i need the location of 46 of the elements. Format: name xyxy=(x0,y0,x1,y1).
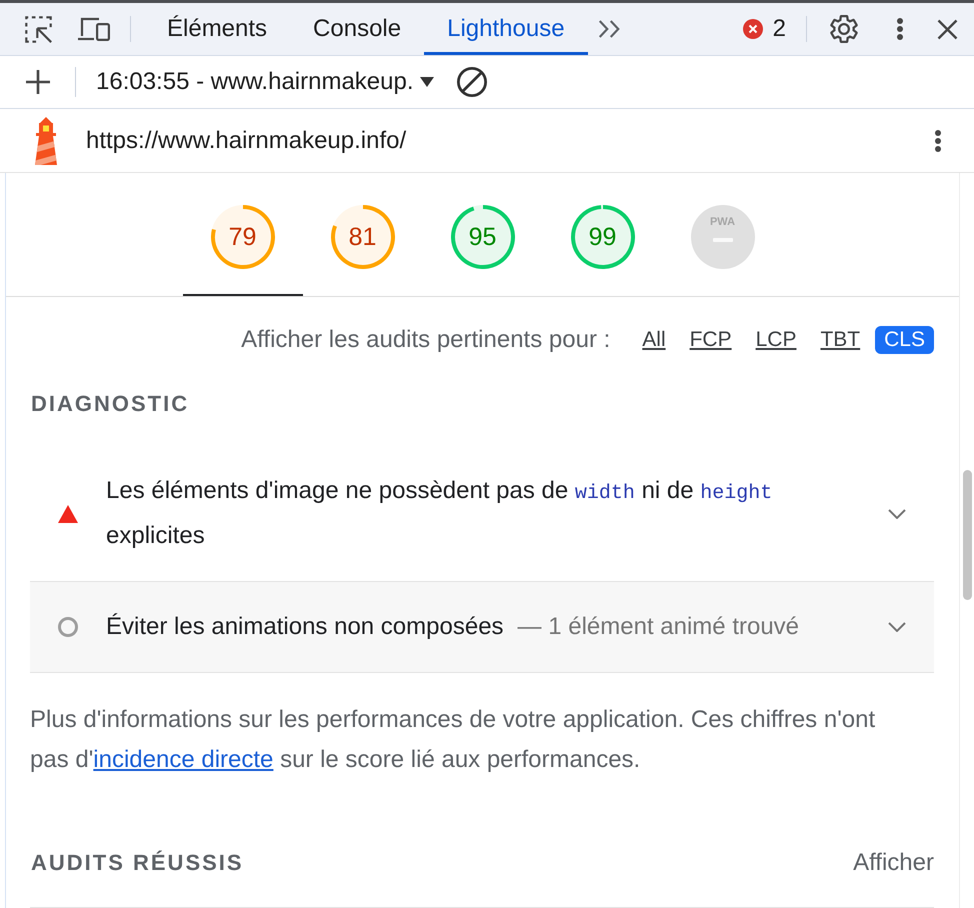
error-icon xyxy=(742,19,763,39)
circle-slash-icon[interactable] xyxy=(456,67,487,97)
error-counter[interactable]: 2 xyxy=(742,15,786,43)
metric-filter[interactable]: FCP xyxy=(680,326,741,354)
description-link[interactable]: incidence directe xyxy=(93,746,274,773)
panel-tab[interactable]: Éléments xyxy=(144,3,290,55)
double-chevron-icon[interactable] xyxy=(596,20,621,38)
caret-down-icon xyxy=(420,77,434,87)
gauge-tab[interactable]: 79 xyxy=(182,205,302,296)
gauge-tab[interactable]: 81 xyxy=(302,205,422,296)
chevron-down-icon[interactable] xyxy=(888,508,906,518)
panel-tab[interactable]: Console xyxy=(290,3,424,55)
metric-filter[interactable]: TBT xyxy=(811,326,870,354)
report-url: https://www.hairnmakeup.info/ xyxy=(86,126,406,154)
show-button[interactable]: Afficher xyxy=(853,849,934,877)
audit-title: Éviter les animations non composées xyxy=(106,613,504,640)
more-icon[interactable] xyxy=(896,17,904,41)
close-icon[interactable] xyxy=(937,18,958,40)
more-icon[interactable] xyxy=(934,128,942,152)
audit-title: Les éléments d'image ne possèdent pas de width ni de height explicites xyxy=(106,477,772,549)
metric-filter[interactable]: All xyxy=(633,326,675,354)
score-gauge xyxy=(210,205,274,269)
score-gauge xyxy=(570,205,634,269)
audit-row[interactable]: Éviter les animations non composées — 1 élément animé trouvé xyxy=(30,582,934,673)
filter-label: Afficher les audits pertinents pour : xyxy=(241,326,610,354)
score-gauge xyxy=(330,205,394,269)
score-gauge xyxy=(450,205,514,269)
inspect-icon[interactable] xyxy=(24,14,53,44)
description-text: Plus d'informations sur les performances de votre application. Ces chiffres n'ont pas d'incidence directe sur le score lié aux performances. xyxy=(30,705,876,775)
report-dropdown[interactable]: 16:03:55 - www.hairnmakeup. xyxy=(96,68,434,96)
section-heading: DIAGNOSTIC xyxy=(30,390,190,418)
audit-display-value: — 1 élément animé trouvé xyxy=(518,613,800,640)
circle-icon xyxy=(58,617,78,637)
chevron-down-icon[interactable] xyxy=(888,622,906,632)
metric-filter[interactable]: LCP xyxy=(746,326,806,354)
settings-icon[interactable] xyxy=(830,15,858,43)
gauge-tab[interactable]: 95 xyxy=(422,205,542,296)
dash-badge-icon xyxy=(690,205,754,269)
metric-filter[interactable]: CLS xyxy=(875,326,934,354)
section-heading: AUDITS RÉUSSIS xyxy=(30,849,244,877)
gauge-tab[interactable]: 99 xyxy=(542,205,662,296)
warning-triangle-icon xyxy=(58,504,78,522)
panel-tab[interactable]: Lighthouse xyxy=(424,3,588,55)
device-icon[interactable] xyxy=(78,17,110,41)
scrollbar-thumb[interactable] xyxy=(963,470,972,600)
add-icon[interactable] xyxy=(26,70,50,94)
